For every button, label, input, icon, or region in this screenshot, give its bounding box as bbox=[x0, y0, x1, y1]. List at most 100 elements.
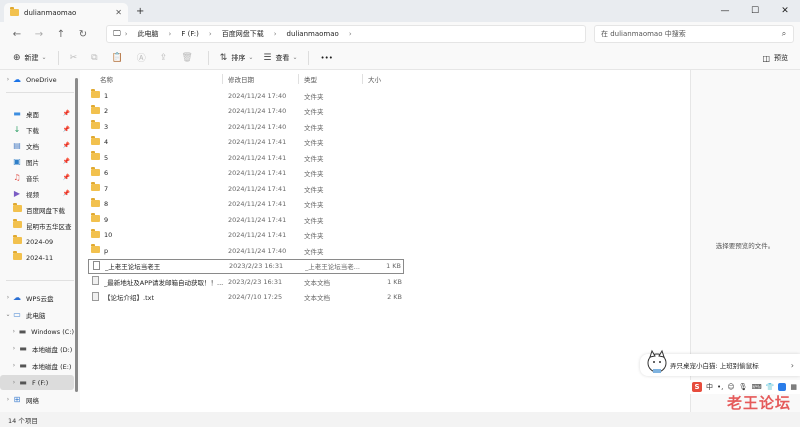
sidebar-item-2024-09[interactable]: 2024-09 bbox=[0, 234, 74, 249]
folder-icon bbox=[90, 166, 100, 178]
sidebar-item-label: 本地磁盘 (E:) bbox=[32, 362, 72, 371]
forward-button[interactable]: → bbox=[28, 24, 50, 44]
chevron-right-icon[interactable]: › bbox=[4, 76, 12, 83]
close-tab-icon[interactable]: ✕ bbox=[115, 8, 122, 17]
chevron-right-icon[interactable]: › bbox=[10, 379, 18, 386]
text-file-icon bbox=[90, 291, 100, 303]
chevron-right-icon[interactable]: › bbox=[4, 396, 12, 403]
share-button[interactable]: ⇪ bbox=[155, 48, 177, 68]
sort-button[interactable]: ⇅ 排序 ⌄ bbox=[215, 48, 259, 68]
search-input[interactable]: 在 dulianmaomao 中搜索 ⌕ bbox=[594, 25, 794, 43]
file-row[interactable]: _上老王论坛当老王 2023/2/23 16:31 _上老王论坛当老... 1 KB bbox=[88, 258, 404, 274]
chevron-right-icon[interactable]: › bbox=[791, 361, 794, 370]
maximize-button[interactable]: ☐ bbox=[740, 0, 770, 22]
folder-row[interactable]: 10 2024/11/24 17:41 文件夹 bbox=[88, 228, 404, 243]
new-button[interactable]: ⊕ 新建 ⌄ bbox=[8, 48, 52, 68]
folder-row[interactable]: 8 2024/11/24 17:41 文件夹 bbox=[88, 197, 404, 212]
breadcrumb-baidu-download[interactable]: 百度网盘下载 bbox=[222, 29, 264, 39]
copy-button[interactable]: ⧉ bbox=[86, 48, 106, 68]
search-icon[interactable]: ⌕ bbox=[775, 29, 793, 39]
sort-icon: ⇅ bbox=[219, 52, 228, 63]
column-header-date[interactable]: 修改日期 bbox=[228, 72, 254, 86]
chevron-down-icon[interactable]: ⌄ bbox=[4, 311, 12, 318]
refresh-button[interactable]: ↻ bbox=[72, 24, 94, 44]
tab-dulianmaomao[interactable]: dulianmaomao ✕ bbox=[4, 3, 128, 22]
punctuation-icon[interactable]: •, bbox=[717, 383, 723, 391]
chevron-right-icon[interactable]: › bbox=[10, 345, 18, 352]
sidebar-item-baidu-download[interactable]: 百度网盘下载 bbox=[0, 202, 74, 217]
sidebar-item-onedrive[interactable]: › ☁ OneDrive bbox=[0, 72, 74, 87]
breadcrumb-drive-f[interactable]: F (F:) bbox=[181, 30, 199, 38]
sidebar-item-drive-c[interactable]: › ▬ Windows (C:) bbox=[0, 324, 74, 339]
minimize-button[interactable]: — bbox=[710, 0, 740, 22]
folder-row[interactable]: 2 2024/11/24 17:40 文件夹 bbox=[88, 104, 404, 119]
toolbox-icon[interactable] bbox=[778, 383, 787, 391]
sogou-logo-icon[interactable]: S bbox=[692, 382, 702, 392]
column-divider[interactable] bbox=[362, 74, 363, 84]
sidebar-item-label: 本地磁盘 (D:) bbox=[32, 345, 73, 354]
chevron-right-icon[interactable]: › bbox=[10, 362, 18, 369]
more-button[interactable]: ••• bbox=[315, 48, 337, 68]
column-header-name[interactable]: 名称 bbox=[100, 72, 113, 86]
address-box[interactable]: 🖵 › 此电脑 › F (F:) › 百度网盘下载 › dulianmaomao… bbox=[106, 25, 586, 43]
folder-row[interactable]: 6 2024/11/24 17:41 文件夹 bbox=[88, 166, 404, 181]
column-divider[interactable] bbox=[298, 74, 299, 84]
microphone-icon[interactable]: 🎙 bbox=[739, 383, 748, 391]
up-button[interactable]: ↑ bbox=[50, 24, 72, 44]
sidebar-item-this-pc[interactable]: ⌄ ▭ 此电脑 bbox=[0, 307, 74, 322]
sidebar-item-wps-cloud[interactable]: › ☁ WPS云盘 bbox=[0, 290, 74, 305]
emoji-icon[interactable]: ☺ bbox=[727, 383, 734, 391]
menu-grid-icon[interactable]: ▦ bbox=[790, 383, 797, 391]
sidebar-item-2024-11[interactable]: 2024-11 bbox=[0, 250, 74, 265]
ime-language-toggle[interactable]: 中 bbox=[706, 382, 713, 392]
folder-row[interactable]: p 2024/11/24 17:40 文件夹 bbox=[88, 243, 404, 258]
clothes-icon[interactable]: 👕 bbox=[766, 383, 775, 391]
sidebar-item-drive-e[interactable]: › ▬ 本地磁盘 (E:) bbox=[0, 358, 74, 373]
sidebar-item-videos[interactable]: ▶ 视频 📌 bbox=[0, 186, 74, 201]
sidebar-item-downloads[interactable]: ↓ 下载 📌 bbox=[0, 122, 74, 137]
file-row[interactable]: 【论坛介绍】.txt 2024/7/10 17:25 文本文档 2 KB bbox=[88, 290, 404, 305]
file-name: 10 bbox=[104, 231, 113, 239]
paste-button[interactable]: 📋 bbox=[107, 48, 132, 68]
window-controls: — ☐ ✕ bbox=[710, 0, 800, 22]
rename-button[interactable]: Ⓐ bbox=[132, 48, 155, 68]
folder-row[interactable]: 3 2024/11/24 17:40 文件夹 bbox=[88, 119, 404, 134]
close-window-button[interactable]: ✕ bbox=[770, 0, 800, 22]
sidebar-item-desktop[interactable]: ▬ 桌面 📌 bbox=[0, 106, 74, 121]
sidebar-item-drive-d[interactable]: › ▬ 本地磁盘 (D:) bbox=[0, 341, 74, 356]
folder-row[interactable]: 9 2024/11/24 17:41 文件夹 bbox=[88, 212, 404, 227]
sidebar-item-documents[interactable]: ▤ 文档 📌 bbox=[0, 138, 74, 153]
breadcrumb-current-folder[interactable]: dulianmaomao bbox=[287, 30, 339, 38]
sidebar-item-music[interactable]: ♫ 音乐 📌 bbox=[0, 170, 74, 185]
file-name: 4 bbox=[104, 138, 109, 146]
column-header-size[interactable]: 大小 bbox=[368, 72, 381, 86]
sidebar-item-drive-f[interactable]: › ▬ F (F:) bbox=[0, 375, 74, 390]
column-header-type[interactable]: 类型 bbox=[304, 72, 317, 86]
new-tab-button[interactable]: + bbox=[136, 6, 144, 17]
folder-row[interactable]: 1 2024/11/24 17:40 文件夹 bbox=[88, 88, 404, 103]
sidebar-item-network[interactable]: › ⊞ 网络 bbox=[0, 392, 74, 407]
preview-pane-button[interactable]: ◫ 预览 bbox=[762, 50, 788, 66]
file-row[interactable]: _最新地址及APP请发邮箱自动获取！！... 2023/2/23 16:31 文本文… bbox=[88, 274, 404, 289]
pet-notification[interactable]: 弄只桌宠小白猫: 上班别偷鼠标 › bbox=[640, 349, 800, 376]
delete-button[interactable]: 🗑 bbox=[176, 48, 201, 68]
sidebar-scrollbar[interactable] bbox=[75, 78, 78, 392]
folder-icon bbox=[90, 228, 100, 240]
view-button[interactable]: ☰ 查看 ⌄ bbox=[258, 48, 302, 68]
keyboard-icon[interactable]: ⌨ bbox=[752, 383, 762, 391]
pin-icon: 📌 bbox=[62, 158, 70, 165]
column-divider[interactable] bbox=[222, 74, 223, 84]
cut-button[interactable]: ✂ bbox=[65, 48, 87, 68]
sidebar-item-pictures[interactable]: ▣ 图片 📌 bbox=[0, 154, 74, 169]
more-icon: ••• bbox=[320, 53, 333, 62]
folder-row[interactable]: 7 2024/11/24 17:41 文件夹 bbox=[88, 181, 404, 196]
chevron-right-icon[interactable]: › bbox=[4, 294, 12, 301]
sidebar-item-kunming[interactable]: 昆明市五华区查 bbox=[0, 218, 74, 233]
notification-text: 弄只桌宠小白猫: 上班别偷鼠标 bbox=[670, 362, 759, 370]
chevron-right-icon[interactable]: › bbox=[10, 328, 18, 335]
breadcrumb-this-pc[interactable]: 此电脑 bbox=[138, 29, 159, 39]
sidebar-item-label: 网络 bbox=[26, 396, 39, 405]
folder-row[interactable]: 5 2024/11/24 17:41 文件夹 bbox=[88, 150, 404, 165]
folder-row[interactable]: 4 2024/11/24 17:41 文件夹 bbox=[88, 135, 404, 150]
back-button[interactable]: ← bbox=[6, 24, 28, 44]
